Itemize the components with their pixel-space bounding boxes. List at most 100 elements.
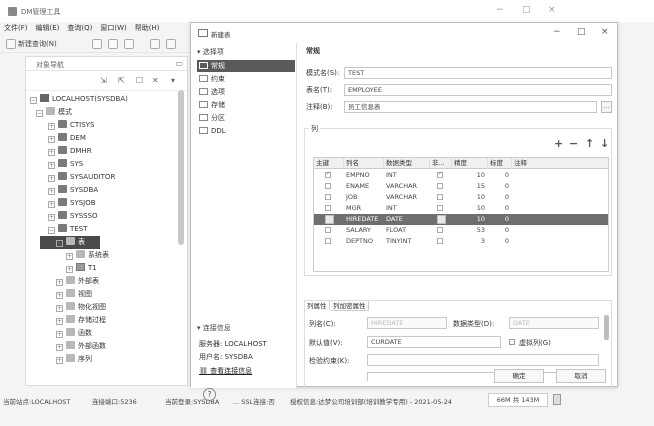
cell-name[interactable]: EMPNO [344,170,384,181]
cell-type[interactable]: FLOAT [384,225,430,236]
cell-type[interactable]: VARCHAR [384,181,430,192]
expand-icon[interactable]: + [48,149,55,156]
not-null-checkbox[interactable] [437,227,443,233]
sidebar-item-storage[interactable]: 存储 [197,99,295,111]
tree-node[interactable]: + DEM [26,132,86,145]
table-row[interactable]: DEPTNO TINYINT 3 0 [314,236,608,247]
table-name-field[interactable]: EMPLOYEE [344,84,612,96]
cell-comment[interactable] [512,225,608,236]
cell-name[interactable]: ENAME [344,181,384,192]
not-null-checkbox[interactable] [437,194,443,200]
collapse-node-icon[interactable]: − [56,240,63,247]
minimize-panel-icon[interactable]: ▭ [175,59,183,68]
datatype-field[interactable]: DATE [509,317,599,329]
tree-node[interactable]: + SYSSSO [26,210,98,223]
expand-icon[interactable]: + [56,305,63,312]
cell-scale[interactable]: 0 [488,181,512,192]
comment-field[interactable]: 员工信息表 [344,101,597,113]
not-null-checkbox[interactable] [437,215,446,224]
expand-icon[interactable]: + [56,279,63,286]
expand-icon[interactable]: + [56,318,63,325]
cell-precision[interactable]: 10 [452,170,488,181]
sidebar-item-constraints[interactable]: 约束 [197,73,295,85]
cell-precision[interactable]: 53 [452,225,488,236]
save-all-icon[interactable] [124,39,134,49]
cell-scale[interactable]: 0 [488,236,512,247]
not-null-checkbox[interactable] [437,238,443,244]
colname-field[interactable]: HIREDATE [367,317,447,329]
schema-field[interactable]: TEST [344,67,612,79]
tree-node[interactable]: + SYS [26,158,83,171]
virtual-column-checkbox[interactable] [509,339,515,345]
primary-key-checkbox[interactable] [325,183,331,189]
tree-node[interactable]: + 视图 [26,288,92,301]
menu-window[interactable]: 窗口(W) [96,22,130,35]
expand-icon[interactable]: + [48,123,55,130]
tab-column-properties[interactable]: 列属性 [305,301,330,311]
default-field[interactable]: CURDATE [367,336,501,348]
redo-icon[interactable] [166,39,176,49]
navigator-scrollbar[interactable] [178,90,184,245]
tree-node[interactable]: + 存储过程 [26,314,106,327]
not-null-checkbox[interactable] [437,205,443,211]
tree-node[interactable]: + 函数 [26,327,92,340]
help-button[interactable]: ? [203,388,216,401]
move-down-icon[interactable]: ↓ [600,137,609,150]
menu-query[interactable]: 查询(Q) [63,22,96,35]
sidebar-item-general[interactable]: 常规 [197,60,295,72]
cell-scale[interactable]: 0 [488,170,512,181]
header-scale[interactable]: 标度 [488,158,512,169]
tree-node[interactable]: + SYSAUDITOR [26,171,115,184]
cell-precision[interactable]: 10 [452,203,488,214]
filter-icon[interactable]: ⇲ [100,76,107,85]
cell-comment[interactable] [512,181,608,192]
primary-key-checkbox[interactable] [325,205,331,211]
cell-type[interactable]: INT [384,170,430,181]
tree-node[interactable]: − LOCALHOST(SYSDBA) [26,93,128,106]
cell-name[interactable]: JOB [344,192,384,203]
tab-column-encryption[interactable]: 列加密属性 [331,301,369,311]
sidebar-item-ddl[interactable]: DDL [197,125,295,137]
cell-name[interactable]: HIREDATE [344,214,384,225]
properties-scrollbar[interactable] [604,315,609,340]
menu-edit[interactable]: 编辑(E) [32,22,64,35]
move-up-icon[interactable]: ↑ [585,137,594,150]
tree-node[interactable]: − TEST [26,223,87,236]
primary-key-checkbox[interactable] [325,238,331,244]
tree-node[interactable]: + CTISYS [26,119,94,132]
table-row[interactable]: JOB VARCHAR 10 0 [314,192,608,203]
cancel-button[interactable]: 取消 [556,369,606,383]
expand-icon[interactable]: + [56,292,63,299]
cell-comment[interactable] [512,192,608,203]
tree-node[interactable]: + 外部表 [26,275,99,288]
tree-node[interactable]: − 表 [40,236,100,249]
header-pk[interactable]: 主键 [314,158,344,169]
expand-icon[interactable]: + [56,331,63,338]
table-row[interactable]: ENAME VARCHAR 15 0 [314,181,608,192]
tree-node[interactable]: + 物化视图 [26,301,106,314]
dialog-minimize-button[interactable]: − [553,27,561,37]
remove-column-icon[interactable]: − [569,137,578,150]
cell-precision[interactable]: 15 [452,181,488,192]
menu-file[interactable]: 文件(F) [0,22,32,35]
dialog-maximize-button[interactable]: □ [577,27,586,37]
new-query-button[interactable]: 新建查询(N) [18,38,57,51]
cell-type[interactable]: TINYINT [384,236,430,247]
expand-icon[interactable]: + [66,253,73,260]
header-colname[interactable]: 列名 [344,158,384,169]
cell-scale[interactable]: 0 [488,192,512,203]
expand-icon[interactable]: + [56,357,63,364]
table-row[interactable]: SALARY FLOAT 53 0 [314,225,608,236]
tree-node[interactable]: + T1 [26,262,97,275]
cell-precision[interactable]: 3 [452,236,488,247]
add-column-icon[interactable]: + [554,137,563,150]
collapse-node-icon[interactable]: − [30,97,37,104]
expand-icon[interactable]: + [48,188,55,195]
header-datatype[interactable]: 数据类型 [384,158,430,169]
cell-scale[interactable]: 0 [488,225,512,236]
tree-node[interactable]: − 模式 [26,106,72,119]
tree-node[interactable]: + 序列 [26,353,92,366]
cell-comment[interactable] [512,170,608,181]
table-row[interactable]: HIREDATE DATE 10 0 [314,214,608,225]
cell-comment[interactable] [512,203,608,214]
